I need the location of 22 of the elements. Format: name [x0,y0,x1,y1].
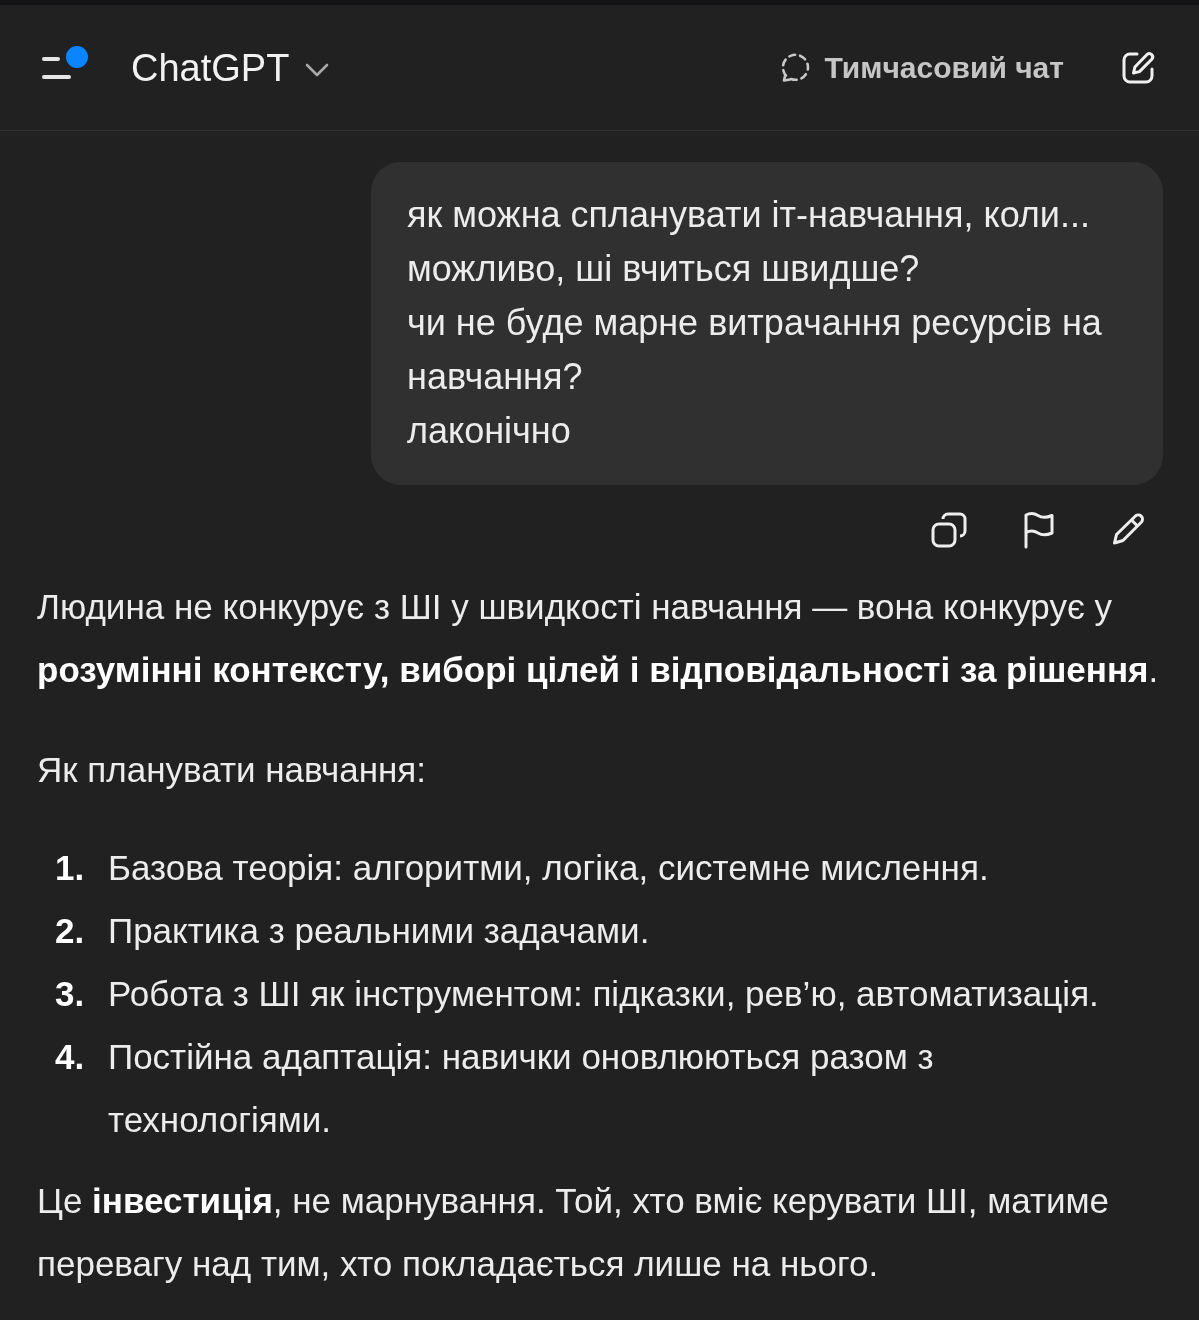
response-paragraph: Як планувати навчання: [37,749,428,791]
compose-icon [1120,49,1156,86]
new-chat-button[interactable] [1120,49,1156,86]
list-item-text: Робота з ШІ як інструментом: підказки, рев’ю, автоматизація. [108,973,1099,1015]
copy-icon [930,511,968,549]
list-item-text: Постійна адаптація: навички оновлюються разом з технологіями. [108,1036,935,1141]
list-number: 4. [55,1036,86,1078]
menu-icon [42,55,71,80]
dashed-chat-bubble-icon [779,53,811,82]
response-paragraph: Людина не конкурує з ШІ у швидкості навчання — вона конкурує у розумінні контексту, виборі цілей і відповідальності за рішення. [37,586,1160,691]
list-number: 1. [55,847,86,889]
response-paragraph: Це інвестиція, не марнування. Той, хто вміє керувати ШІ, матиме перевагу над тим, хто покладається лише на нього. [37,1180,1111,1285]
list-number: 3. [55,973,86,1015]
model-selector[interactable]: ChatGPT [131,45,330,90]
list-item-text: Базова теорія: алгоритми, логіка, системне мислення. [108,847,989,889]
chevron-down-icon [305,62,330,77]
list-item-text: Практика з реальними задачами. [108,910,650,952]
user-message-text: як можна спланувати іт-навчання, коли... можливо, ші вчиться швидше? чи не буде марне витрачання ресурсів на навчання? лаконічно [407,193,1103,453]
temporary-chat-button[interactable]: Тимчасовий чат [779,49,1064,86]
model-name: ChatGPT [131,45,290,90]
temporary-chat-label: Тимчасовий чат [824,49,1064,86]
list-number: 2. [55,910,86,952]
